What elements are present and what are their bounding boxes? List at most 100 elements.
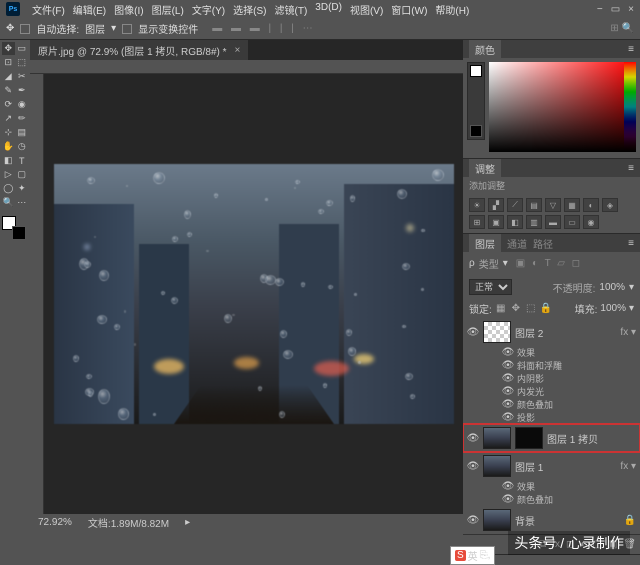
visibility-icon[interactable]: 👁 — [467, 432, 479, 444]
menu-item[interactable]: 视图(V) — [346, 2, 387, 17]
tool-button[interactable]: ⊡ — [2, 56, 15, 69]
menu-item[interactable]: 图像(I) — [110, 2, 147, 17]
close-icon[interactable]: × — [628, 4, 634, 15]
bw-icon[interactable]: ◐ — [583, 198, 599, 212]
layer-name[interactable]: 图层 1 — [515, 459, 543, 474]
threshold-icon[interactable]: ▬ — [545, 215, 561, 229]
menu-item[interactable]: 文件(F) — [28, 2, 69, 17]
paths-tab[interactable]: 路径 — [533, 236, 553, 251]
tool-button[interactable]: ↗ — [2, 112, 15, 125]
tool-button[interactable]: ⬚ — [16, 56, 29, 69]
color-swatches[interactable] — [2, 216, 26, 240]
tool-button[interactable]: ◉ — [16, 98, 29, 111]
workspace-search-icon[interactable]: ⊞ 🔍 — [610, 23, 634, 34]
restore-icon[interactable]: ▭ — [611, 4, 620, 15]
fx-header[interactable]: 👁 效果 — [463, 480, 640, 493]
layer-name[interactable]: 图层 1 拷贝 — [547, 431, 598, 446]
hue-slider[interactable] — [624, 62, 636, 152]
photo-filter-icon[interactable]: ◈ — [602, 198, 618, 212]
menu-item[interactable]: 滤镜(T) — [271, 2, 312, 17]
tool-button[interactable]: 🔍 — [2, 196, 15, 209]
move-tool-icon[interactable]: ✥ — [6, 23, 14, 34]
color-spectrum[interactable] — [489, 62, 636, 152]
tool-button[interactable]: ✒ — [16, 84, 29, 97]
visibility-icon[interactable]: 👁 — [467, 514, 479, 526]
fx-item[interactable]: 👁 内发光 — [463, 385, 640, 398]
minimize-icon[interactable]: − — [597, 4, 603, 15]
tool-button[interactable]: ◢ — [2, 70, 15, 83]
channels-tab[interactable]: 通道 — [501, 236, 533, 251]
visibility-icon[interactable]: 👁 — [467, 460, 479, 472]
channel-mix-icon[interactable]: ⊞ — [469, 215, 485, 229]
tool-button[interactable]: ✏ — [16, 112, 29, 125]
posterize-icon[interactable]: ▥ — [526, 215, 542, 229]
menu-item[interactable]: 文字(Y) — [188, 2, 229, 17]
brightness-icon[interactable]: ☀ — [469, 198, 485, 212]
menu-item[interactable]: 图层(L) — [148, 2, 188, 17]
lock-all-icon[interactable]: 🔒 — [540, 303, 552, 315]
color-lookup-icon[interactable]: ▣ — [488, 215, 504, 229]
tool-button[interactable]: ⊹ — [2, 126, 15, 139]
menu-item[interactable]: 帮助(H) — [431, 2, 473, 17]
tool-button[interactable]: ⋯ — [16, 196, 29, 209]
tool-button[interactable]: ▤ — [16, 126, 29, 139]
blend-mode-select[interactable]: 正常 — [469, 279, 512, 295]
fx-item[interactable]: 👁 内阴影 — [463, 372, 640, 385]
fx-item[interactable]: 👁 投影 — [463, 411, 640, 424]
fill-value[interactable]: 100% — [600, 303, 626, 314]
tool-button[interactable]: ◷ — [16, 140, 29, 153]
layer-row[interactable]: 👁 图层 1 fx ▾ — [463, 452, 640, 480]
lock-position-icon[interactable]: ✥ — [510, 303, 522, 315]
layer-row[interactable]: 👁 图层 1 拷贝 — [463, 424, 640, 452]
vibrance-icon[interactable]: ▽ — [545, 198, 561, 212]
fx-item[interactable]: 👁 斜面和浮雕 — [463, 359, 640, 372]
layer-name[interactable]: 图层 2 — [515, 325, 543, 340]
tool-button[interactable]: T — [16, 154, 29, 167]
document-tab[interactable]: 原片.jpg @ 72.9% (图层 1 拷贝, RGB/8#) *× — [30, 40, 248, 60]
menu-item[interactable]: 3D(D) — [311, 2, 346, 17]
auto-select-dropdown[interactable]: 图层 — [85, 21, 105, 36]
invert-icon[interactable]: ◧ — [507, 215, 523, 229]
canvas[interactable] — [44, 74, 463, 514]
lock-pixels-icon[interactable]: ▦ — [495, 303, 507, 315]
tool-button[interactable]: ▷ — [2, 168, 15, 181]
layer-name[interactable]: 背景 — [515, 513, 535, 528]
exposure-icon[interactable]: ▤ — [526, 198, 542, 212]
selective-icon[interactable]: ◉ — [583, 215, 599, 229]
gradient-map-icon[interactable]: ▭ — [564, 215, 580, 229]
hue-icon[interactable]: ▦ — [564, 198, 580, 212]
tool-button[interactable]: ◧ — [2, 154, 15, 167]
visibility-icon[interactable]: 👁 — [467, 326, 479, 338]
tool-button[interactable]: ✋ — [2, 140, 15, 153]
levels-icon[interactable]: ▞ — [488, 198, 504, 212]
color-swatch-bg[interactable] — [467, 62, 485, 140]
lock-icon[interactable]: ⬚ — [525, 303, 537, 315]
tool-button[interactable]: ▭ — [16, 42, 29, 55]
color-tab[interactable]: 颜色 — [469, 40, 501, 59]
menu-item[interactable]: 窗口(W) — [387, 2, 431, 17]
fx-item[interactable]: 👁 颜色叠加 — [463, 493, 640, 506]
menu-item[interactable]: 编辑(E) — [69, 2, 110, 17]
tool-button[interactable]: ⟳ — [2, 98, 15, 111]
fx-header[interactable]: 👁 效果 — [463, 346, 640, 359]
tool-button[interactable]: ✥ — [2, 42, 15, 55]
tool-button[interactable]: ✦ — [16, 182, 29, 195]
layers-tab[interactable]: 图层 — [469, 234, 501, 253]
tool-button[interactable]: ✂ — [16, 70, 29, 83]
tool-button[interactable]: ✎ — [2, 84, 15, 97]
ime-indicator[interactable]: S英⎘, — [450, 546, 495, 565]
adjust-tab[interactable]: 调整 — [469, 159, 501, 178]
tool-button[interactable]: ◯ — [2, 182, 15, 195]
tool-button[interactable]: ▢ — [16, 168, 29, 181]
close-icon[interactable]: × — [235, 45, 241, 56]
curves-icon[interactable]: ⟋ — [507, 198, 523, 212]
layer-row[interactable]: 👁背景🔒 — [463, 506, 640, 534]
zoom-level[interactable]: 72.92% — [38, 517, 72, 528]
layer-row[interactable]: 👁 图层 2 fx ▾ — [463, 318, 640, 346]
menu-item[interactable]: 选择(S) — [229, 2, 270, 17]
opacity-value[interactable]: 100% — [599, 282, 625, 293]
fx-item[interactable]: 👁 颜色叠加 — [463, 398, 640, 411]
fx-badge[interactable]: fx ▾ — [620, 461, 636, 472]
fx-badge[interactable]: fx ▾ — [620, 327, 636, 338]
transform-checkbox[interactable] — [122, 24, 132, 34]
